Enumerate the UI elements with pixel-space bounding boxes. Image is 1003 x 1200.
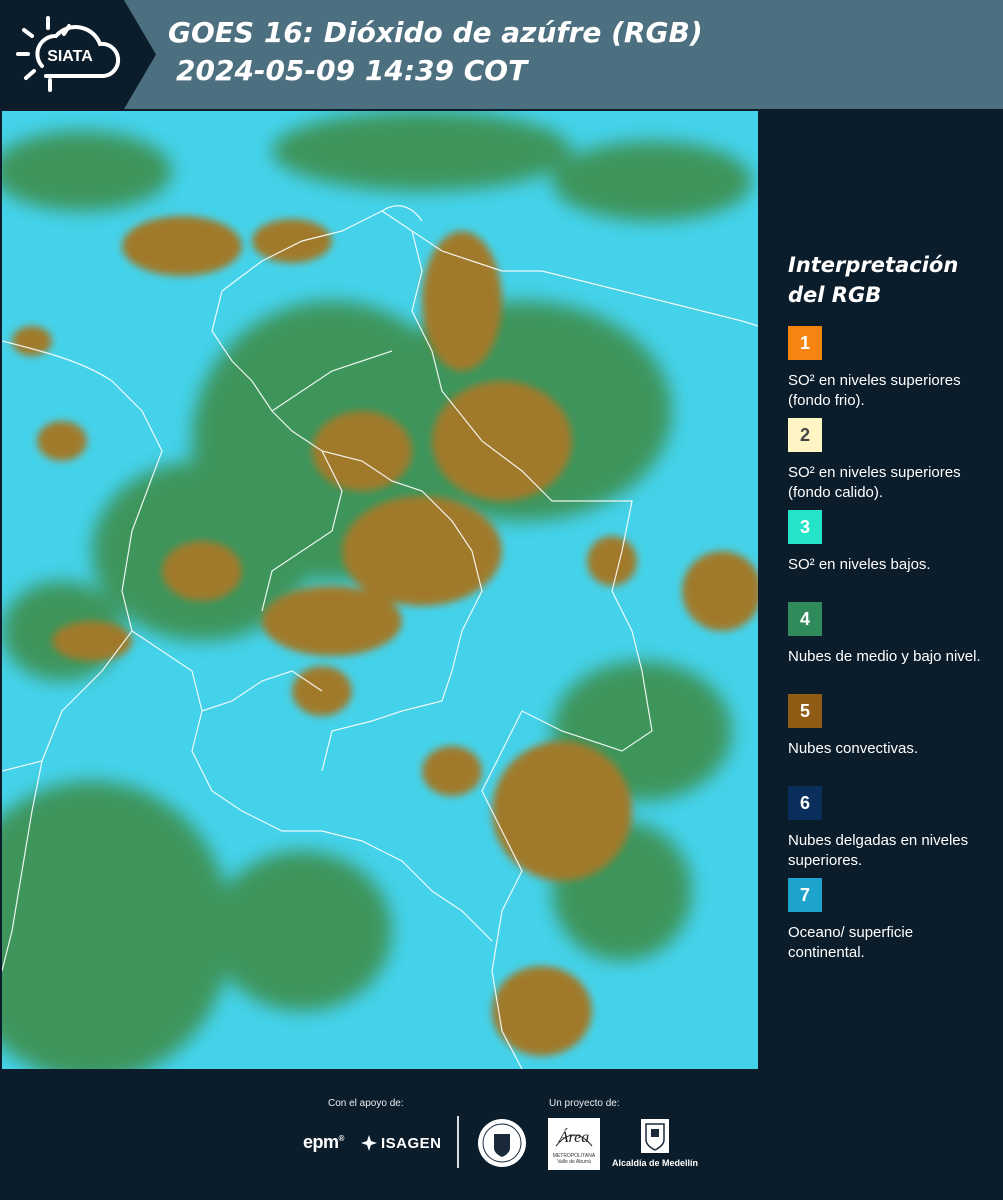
- legend-label: Oceano/ superficie continental.: [788, 924, 914, 961]
- support-label: Con el apoyo de:: [328, 1098, 404, 1109]
- siata-sun-cloud-icon: SIATA: [16, 16, 121, 92]
- legend-items: 1 SO² en niveles superiores (fondo frio)…: [788, 326, 988, 970]
- legend-swatch: 2: [788, 418, 822, 452]
- epm-logo: epm®: [303, 1132, 344, 1152]
- isagen-logo: ISAGEN: [360, 1134, 442, 1152]
- legend-label: Nubes de medio y bajo nivel.: [788, 648, 981, 665]
- legend-swatch: 5: [788, 694, 822, 728]
- area-metropolitana-logo: Área METROPOLITANA Valle de Aburrá: [548, 1118, 600, 1170]
- footer-divider: [457, 1116, 459, 1168]
- legend-label: SO² en niveles superiores (fondo calido)…: [788, 464, 961, 501]
- legend-item: 2 SO² en niveles superiores (fondo calid…: [788, 418, 988, 510]
- project-label: Un proyecto de:: [549, 1098, 620, 1109]
- legend-swatch: 4: [788, 602, 822, 636]
- legend-label: Nubes convectivas.: [788, 740, 919, 757]
- isagen-star-icon: [361, 1135, 377, 1151]
- alcaldia-shield-icon: [641, 1119, 669, 1153]
- svg-text:Área: Área: [558, 1127, 590, 1146]
- title-line2: 2024-05-09 14:39 COT: [176, 54, 528, 87]
- header: SIATA GOES 16: Dióxido de azúfre (RGB) 20…: [0, 0, 1003, 109]
- legend-item: 3 SO² en niveles bajos.: [788, 510, 988, 602]
- isagen-text: ISAGEN: [381, 1134, 442, 1152]
- footer: Con el apoyo de: Un proyecto de: epm® IS…: [0, 1070, 1003, 1200]
- legend-item: 1 SO² en niveles superiores (fondo frio)…: [788, 326, 988, 418]
- epm-text: epm: [303, 1132, 339, 1152]
- legend-label: SO² en niveles bajos.: [788, 556, 931, 573]
- legend-label: Nubes delgadas en niveles superiores.: [788, 832, 969, 869]
- legend-item: 4 Nubes de medio y bajo nivel.: [788, 602, 988, 694]
- legend-swatch: 3: [788, 510, 822, 544]
- page-title: GOES 16: Dióxido de azúfre (RGB) 2024-05-…: [168, 14, 703, 90]
- area-metropolitana-text: METROPOLITANA Valle de Aburrá: [548, 1153, 600, 1165]
- legend-title: Interpretación del RGB: [788, 250, 988, 310]
- legend-title-line1: Interpretación: [788, 253, 959, 277]
- medellin-seal-icon: [478, 1119, 526, 1167]
- satellite-image: [2, 111, 758, 1069]
- legend-title-line2: del RGB: [788, 283, 882, 307]
- legend-item: 7 Oceano/ superficie continental.: [788, 878, 988, 970]
- alcaldia-text: Alcaldía de Medellín: [612, 1158, 699, 1168]
- area-line3: Valle de Aburrá: [557, 1159, 591, 1165]
- title-line1: GOES 16: Dióxido de azúfre (RGB): [168, 16, 703, 49]
- legend-swatch: 1: [788, 326, 822, 360]
- legend-swatch: 7: [788, 878, 822, 912]
- svg-text:SIATA: SIATA: [47, 48, 93, 65]
- legend: Interpretación del RGB 1 SO² en niveles …: [788, 250, 988, 970]
- legend-swatch: 6: [788, 786, 822, 820]
- legend-item: 5 Nubes convectivas.: [788, 694, 988, 786]
- area-metropolitana-icon: Área: [555, 1127, 593, 1147]
- legend-label: SO² en niveles superiores (fondo frio).: [788, 372, 961, 409]
- legend-item: 6 Nubes delgadas en niveles superiores.: [788, 786, 988, 878]
